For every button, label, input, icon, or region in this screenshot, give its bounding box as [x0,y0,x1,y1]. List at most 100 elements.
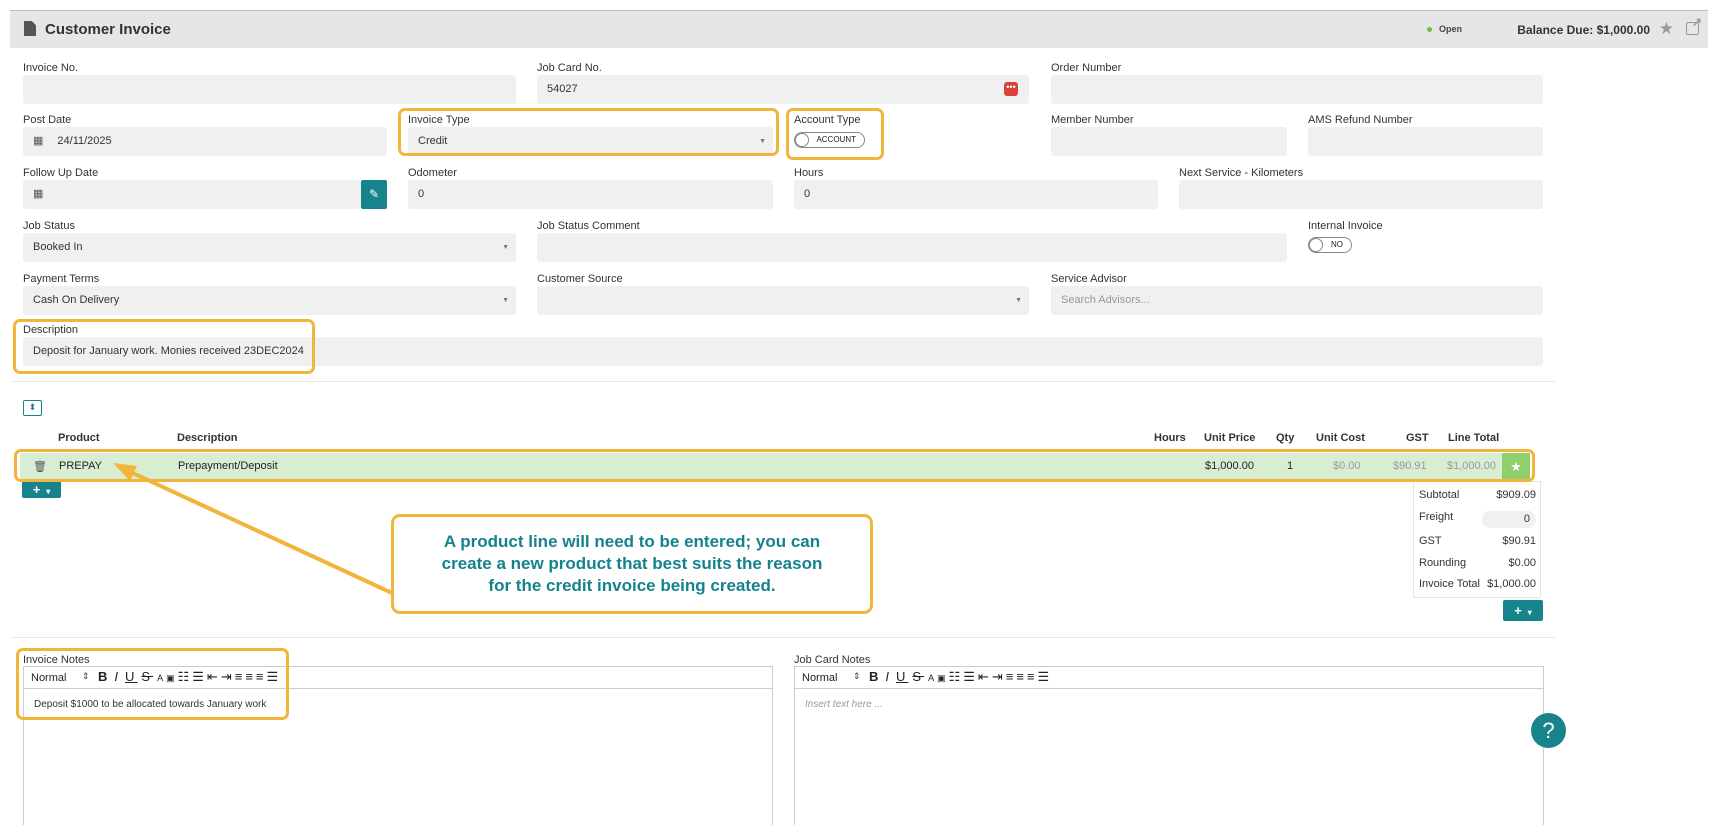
annotation-callout: A product line will need to be entered; … [391,514,873,614]
member-number-input[interactable] [1051,127,1287,156]
add-totals-button[interactable]: + ▾ [1503,600,1543,621]
col-description: Description [177,432,238,444]
highlight-product-row [14,449,1535,482]
payment-terms-value: Cash On Delivery [33,294,120,306]
ams-refund-label: AMS Refund Number [1308,114,1413,126]
outdent-icon: ⇤ [977,669,992,684]
formatting-tools[interactable]: B I U S A▣☷☰⇤⇥≡≡≡☰ [869,669,1052,685]
ams-refund-input[interactable] [1308,127,1543,156]
status-badge: Open [1426,24,1462,34]
invoice-no-label: Invoice No. [23,62,79,74]
post-date-value: 24/11/2025 [57,135,112,147]
hours-label: Hours [794,167,824,179]
font-color-icon: A [928,673,938,683]
totals-panel: Subtotal $909.09 Freight 0 GST $90.91 Ro… [1413,481,1541,598]
col-hours: Hours [1154,432,1186,444]
job-card-notes-placeholder[interactable]: Insert text here ... [805,699,883,710]
job-card-lookup-button[interactable]: ••• [1004,82,1018,96]
chevron-down-icon: ▾ [46,487,51,496]
chevron-down-icon: ▼ [1015,297,1022,304]
col-qty: Qty [1276,432,1295,444]
freight-label: Freight [1419,511,1454,523]
updown-icon: ⇕ [853,671,861,681]
odometer-input[interactable]: 0 [408,180,773,209]
justify-icon: ☰ [1037,669,1053,684]
payment-terms-select[interactable]: Cash On Delivery ▼ [23,286,516,315]
add-line-button[interactable]: + ▾ [22,481,61,498]
invoice-total-value: $1,000.00 [1487,578,1536,590]
chevron-down-icon: ▾ [1527,608,1532,617]
format-select[interactable]: Normal [802,672,837,684]
italic-icon: I [885,669,893,684]
page-title: Customer Invoice [45,21,171,38]
callout-line-2: create a new product that best suits the… [441,554,823,573]
favorite-star-icon[interactable]: ★ [1659,19,1674,39]
hours-input[interactable]: 0 [794,180,1158,209]
post-date-label: Post Date [23,114,72,126]
callout-line-3: for the credit invoice being created. [488,576,776,595]
order-number-input[interactable] [1051,75,1543,104]
rounding-value: $0.00 [1508,557,1536,569]
job-card-notes-editor[interactable]: Normal ⇕ B I U S A▣☷☰⇤⇥≡≡≡☰ Insert text here… [794,666,1544,825]
document-icon [24,21,36,36]
edit-icon: ✎ [368,187,380,201]
internal-invoice-label: Internal Invoice [1308,220,1383,232]
freight-input[interactable]: 0 [1482,511,1536,528]
subtotal-value: $909.09 [1496,489,1536,501]
highlight-account-type [786,108,884,160]
edit-follow-up-button[interactable]: ✎ [361,180,387,209]
external-link-icon[interactable] [1686,15,1702,35]
help-button[interactable]: ? [1531,713,1566,748]
calendar-icon: ▦ [33,188,44,200]
strike-icon: S [912,669,925,684]
bullet-list-icon: ☰ [963,669,978,684]
underline-icon: U [896,669,909,684]
job-status-comment-input[interactable] [537,233,1287,262]
service-advisor-label: Service Advisor [1051,273,1127,285]
follow-up-label: Follow Up Date [23,167,99,179]
invoice-total-label: Invoice Total [1419,578,1480,590]
payment-terms-label: Payment Terms [23,273,100,285]
follow-up-input[interactable]: ▦ [23,180,361,209]
align-right-icon: ≡ [1026,669,1038,684]
gst-value: $90.91 [1502,535,1536,547]
subtotal-label: Subtotal [1419,489,1460,501]
customer-source-select[interactable]: ▼ [537,286,1029,315]
balance-due: Balance Due: $1,000.00 [1517,23,1650,37]
internal-invoice-toggle[interactable]: NO [1308,237,1352,253]
highlight-icon: ▣ [937,673,949,683]
highlight-description [13,319,315,374]
chevron-down-icon: ▼ [502,244,509,251]
job-card-notes-label: Job Card Notes [794,654,871,666]
calendar-icon: ▦ [33,135,44,147]
service-advisor-placeholder: Search Advisors... [1061,294,1150,306]
plus-icon: + [1514,603,1522,618]
callout-line-1: A product line will need to be entered; … [443,532,821,551]
status-dot-icon [1426,27,1432,33]
next-service-input[interactable] [1179,180,1543,209]
member-number-label: Member Number [1051,114,1134,126]
toggle-knob [1309,238,1323,252]
sort-icon: ⬍ [28,402,37,412]
job-status-value: Booked In [33,241,83,253]
col-unit-price: Unit Price [1204,432,1256,444]
ordered-list-icon: ☷ [948,669,964,684]
post-date-input[interactable]: ▦ 24/11/2025 [23,127,387,156]
section-divider [10,637,1555,638]
job-card-no-value: 54027 [547,83,578,95]
service-advisor-input[interactable]: Search Advisors... [1051,286,1543,315]
align-center-icon: ≡ [1016,669,1027,684]
arrow-shaft [125,468,393,595]
order-number-label: Order Number [1051,62,1122,74]
collapse-toggle-button[interactable]: ⬍ [23,400,42,416]
invoice-no-input[interactable] [23,75,516,104]
job-status-label: Job Status [23,220,75,232]
rounding-label: Rounding [1419,557,1467,569]
next-service-label: Next Service - Kilometers [1179,167,1304,179]
job-status-select[interactable]: Booked In ▼ [23,233,516,262]
align-left-icon: ≡ [1005,669,1017,684]
customer-source-label: Customer Source [537,273,623,285]
job-card-no-input[interactable]: 54027 [537,75,1029,104]
indent-icon: ⇥ [991,669,1006,684]
invoice-header: Customer Invoice Open Balance Due: $1,00… [10,10,1708,48]
